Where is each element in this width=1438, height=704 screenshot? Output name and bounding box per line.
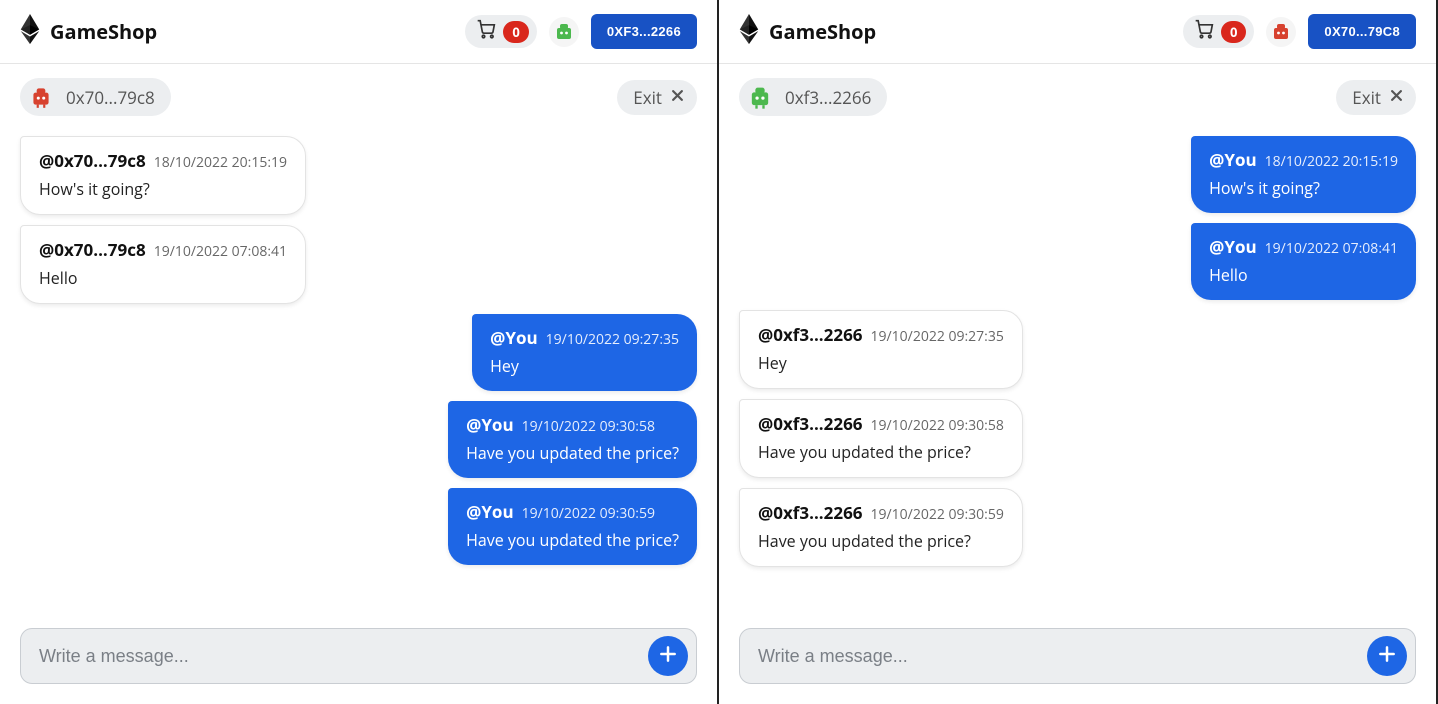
message-sender: @You [490, 326, 538, 349]
message-bubble: @0xf3...2266 19/10/2022 09:30:59 Have yo… [739, 488, 1023, 567]
partner-avatar [26, 82, 56, 112]
ethereum-icon [20, 14, 40, 49]
brand-name: GameShop [769, 18, 876, 45]
message-body: Hey [758, 352, 1004, 374]
message-list: @You 18/10/2022 20:15:19 How's it going?… [719, 116, 1436, 628]
cart-count-badge: 0 [1221, 21, 1246, 43]
user-avatar[interactable] [549, 17, 579, 47]
plus-icon [1377, 644, 1397, 668]
robot-avatar-icon [28, 84, 54, 110]
message-bubble: @You 19/10/2022 09:30:59 Have you update… [448, 488, 697, 565]
message-body: Have you updated the price? [466, 442, 679, 464]
send-button[interactable] [1367, 636, 1407, 676]
message-sender: @0xf3...2266 [758, 501, 863, 524]
exit-label: Exit [633, 86, 662, 109]
message-body: Have you updated the price? [466, 529, 679, 551]
message-bubble: @0xf3...2266 19/10/2022 09:30:58 Have yo… [739, 399, 1023, 478]
header-actions: 0 0X70...79C8 [1183, 14, 1416, 49]
chat-partner-pill[interactable]: 0xf3...2266 [739, 78, 887, 116]
chat-partner-pill[interactable]: 0x70...79c8 [20, 78, 171, 116]
partner-avatar [745, 82, 775, 112]
partner-address: 0x70...79c8 [66, 86, 155, 109]
message-body: Hello [39, 267, 287, 289]
cart-count-badge: 0 [503, 21, 528, 43]
message-body: Hey [490, 355, 679, 377]
brand[interactable]: GameShop [20, 14, 157, 49]
message-list: @0x70...79c8 18/10/2022 20:15:19 How's i… [0, 116, 717, 628]
brand-name: GameShop [50, 18, 157, 45]
message-sender: @You [1209, 148, 1257, 171]
message-sender: @You [1209, 235, 1257, 258]
message-bubble: @0x70...79c8 19/10/2022 07:08:41 Hello [20, 225, 306, 304]
message-timestamp: 19/10/2022 09:30:59 [871, 505, 1004, 524]
message-timestamp: 19/10/2022 09:30:58 [522, 417, 655, 436]
send-button[interactable] [648, 636, 688, 676]
message-bubble: @You 19/10/2022 07:08:41 Hello [1191, 223, 1416, 300]
message-sender: @0xf3...2266 [758, 323, 863, 346]
message-timestamp: 18/10/2022 20:15:19 [1265, 152, 1398, 171]
close-icon [1389, 86, 1404, 108]
exit-label: Exit [1352, 86, 1381, 109]
message-bubble: @0xf3...2266 19/10/2022 09:27:35 Hey [739, 310, 1023, 389]
message-sender: @0x70...79c8 [39, 238, 146, 261]
message-body: How's it going? [39, 178, 287, 200]
cart-button[interactable]: 0 [1183, 15, 1254, 48]
message-timestamp: 19/10/2022 09:30:58 [871, 416, 1004, 435]
chat-subheader: 0x70...79c8 Exit [0, 64, 717, 116]
chat-subheader: 0xf3...2266 Exit [719, 64, 1436, 116]
exit-button[interactable]: Exit [617, 80, 697, 115]
wallet-address-button[interactable]: 0XF3...2266 [591, 14, 697, 49]
brand[interactable]: GameShop [739, 14, 876, 49]
message-sender: @You [466, 500, 514, 523]
header: GameShop 0 0X70...79C8 [719, 0, 1436, 64]
robot-avatar-icon [1269, 20, 1293, 44]
message-sender: @You [466, 413, 514, 436]
app-pane-left: GameShop 0 0XF3...2266 0x70...79c8 Exit [0, 0, 719, 704]
cart-button[interactable]: 0 [465, 15, 536, 48]
wallet-address-button[interactable]: 0X70...79C8 [1308, 14, 1416, 49]
message-input[interactable] [39, 646, 648, 667]
message-body: Have you updated the price? [758, 530, 1004, 552]
message-timestamp: 19/10/2022 09:27:35 [546, 330, 679, 349]
message-body: Hello [1209, 264, 1398, 286]
message-bubble: @You 19/10/2022 09:30:58 Have you update… [448, 401, 697, 478]
message-body: Have you updated the price? [758, 441, 1004, 463]
message-body: How's it going? [1209, 177, 1398, 199]
ethereum-icon [739, 14, 759, 49]
compose-bar [20, 628, 697, 684]
message-input[interactable] [758, 646, 1367, 667]
cart-icon [1193, 19, 1215, 44]
message-bubble: @You 19/10/2022 09:27:35 Hey [472, 314, 697, 391]
cart-icon [475, 19, 497, 44]
compose-bar [739, 628, 1416, 684]
message-timestamp: 19/10/2022 09:30:59 [522, 504, 655, 523]
message-timestamp: 19/10/2022 07:08:41 [154, 242, 287, 261]
message-bubble: @You 18/10/2022 20:15:19 How's it going? [1191, 136, 1416, 213]
message-bubble: @0x70...79c8 18/10/2022 20:15:19 How's i… [20, 136, 306, 215]
close-icon [670, 86, 685, 108]
robot-avatar-icon [552, 20, 576, 44]
message-sender: @0x70...79c8 [39, 149, 146, 172]
exit-button[interactable]: Exit [1336, 80, 1416, 115]
robot-avatar-icon [746, 83, 774, 111]
message-sender: @0xf3...2266 [758, 412, 863, 435]
header-actions: 0 0XF3...2266 [465, 14, 697, 49]
message-timestamp: 18/10/2022 20:15:19 [154, 153, 287, 172]
partner-address: 0xf3...2266 [785, 86, 871, 109]
app-pane-right: GameShop 0 0X70...79C8 0xf3...2266 Exit [719, 0, 1438, 704]
message-timestamp: 19/10/2022 09:27:35 [871, 327, 1004, 346]
message-timestamp: 19/10/2022 07:08:41 [1265, 239, 1398, 258]
header: GameShop 0 0XF3...2266 [0, 0, 717, 64]
user-avatar[interactable] [1266, 17, 1296, 47]
plus-icon [658, 644, 678, 668]
